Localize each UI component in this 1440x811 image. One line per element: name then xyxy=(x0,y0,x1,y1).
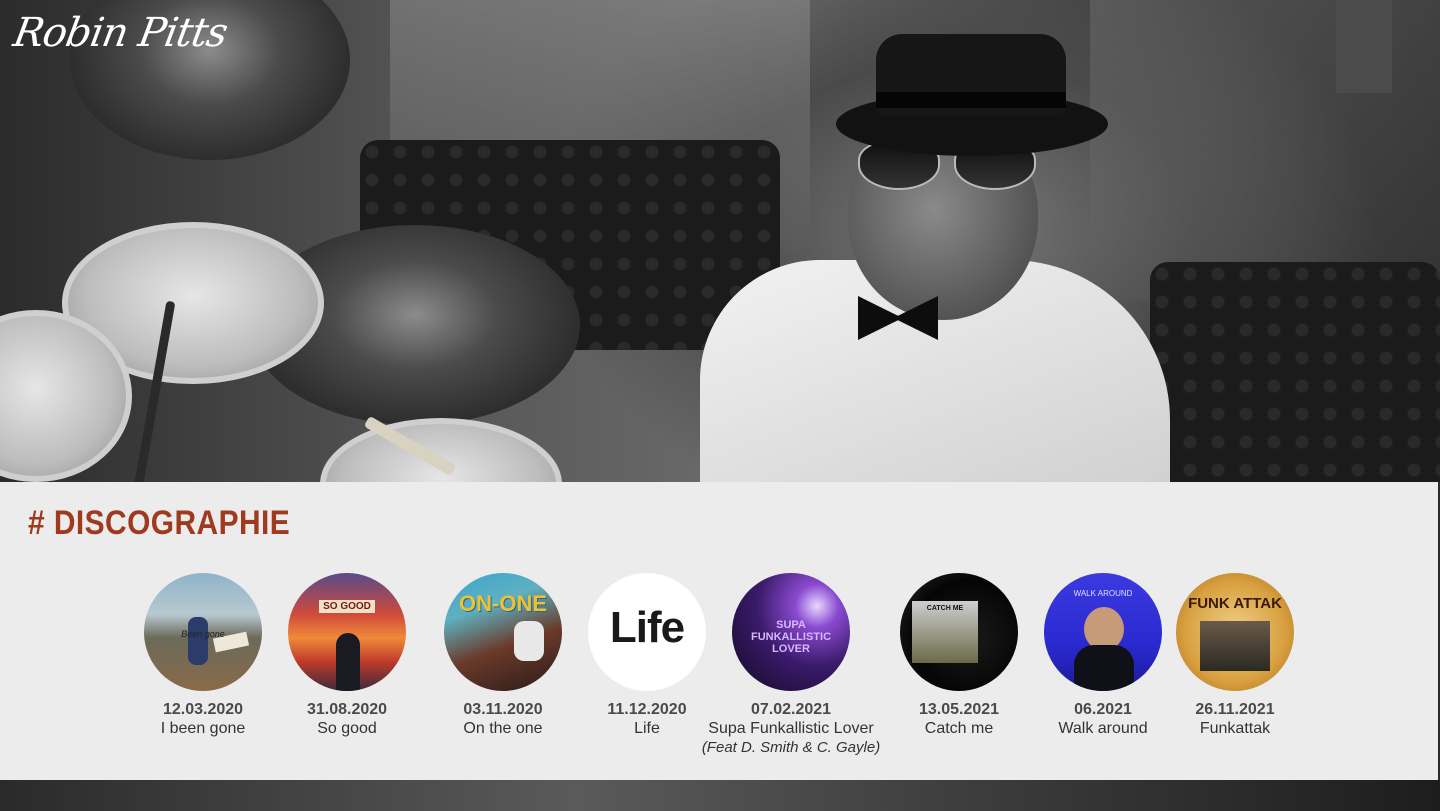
album-cover[interactable]: ON-ONE xyxy=(444,573,562,691)
discography-heading: # DISCOGRAPHIE xyxy=(28,504,291,542)
release-card[interactable]: FUNK ATTAK 26.11.2021 Funkattak xyxy=(1140,573,1330,738)
hat-band xyxy=(876,92,1066,108)
discography-section: # DISCOGRAPHIE Been gone 12.03.2020 I be… xyxy=(0,482,1438,780)
leather-booth xyxy=(1150,262,1440,482)
release-date: 26.11.2021 xyxy=(1195,701,1275,718)
cover-text: Life xyxy=(609,603,685,652)
album-cover[interactable]: Life xyxy=(588,573,706,691)
release-title: Supa Funkallistic Lover xyxy=(708,720,874,737)
release-title: Funkattak xyxy=(1199,720,1271,737)
cover-text: SUPA FUNKALLISTIC LOVER xyxy=(750,619,832,655)
site-logo[interactable]: Robin Pitts xyxy=(10,10,231,56)
menu-toggle-button[interactable] xyxy=(1336,0,1392,93)
cover-text: ON-ONE xyxy=(459,591,547,616)
cover-text: Been gone xyxy=(181,629,225,639)
footer-photo-strip xyxy=(0,780,1440,811)
album-cover[interactable]: CATCH ME xyxy=(900,573,1018,691)
album-cover[interactable]: SO GOOD xyxy=(288,573,406,691)
release-date: 07.02.2021 xyxy=(750,701,832,718)
cover-text: CATCH ME xyxy=(926,605,964,612)
release-feature: (Feat D. Smith & C. Gayle) xyxy=(701,739,881,756)
drum xyxy=(320,418,562,482)
hero-photo: Robin Pitts xyxy=(0,0,1440,482)
cover-text: SO GOOD xyxy=(288,600,406,613)
album-cover[interactable]: FUNK ATTAK xyxy=(1176,573,1294,691)
cover-text: FUNK ATTAK xyxy=(1188,595,1282,612)
album-cover[interactable]: SUPA FUNKALLISTIC LOVER xyxy=(732,573,850,691)
album-cover[interactable]: Been gone xyxy=(144,573,262,691)
release-card[interactable]: SUPA FUNKALLISTIC LOVER 07.02.2021 Supa … xyxy=(696,573,886,757)
bowtie xyxy=(858,296,938,340)
